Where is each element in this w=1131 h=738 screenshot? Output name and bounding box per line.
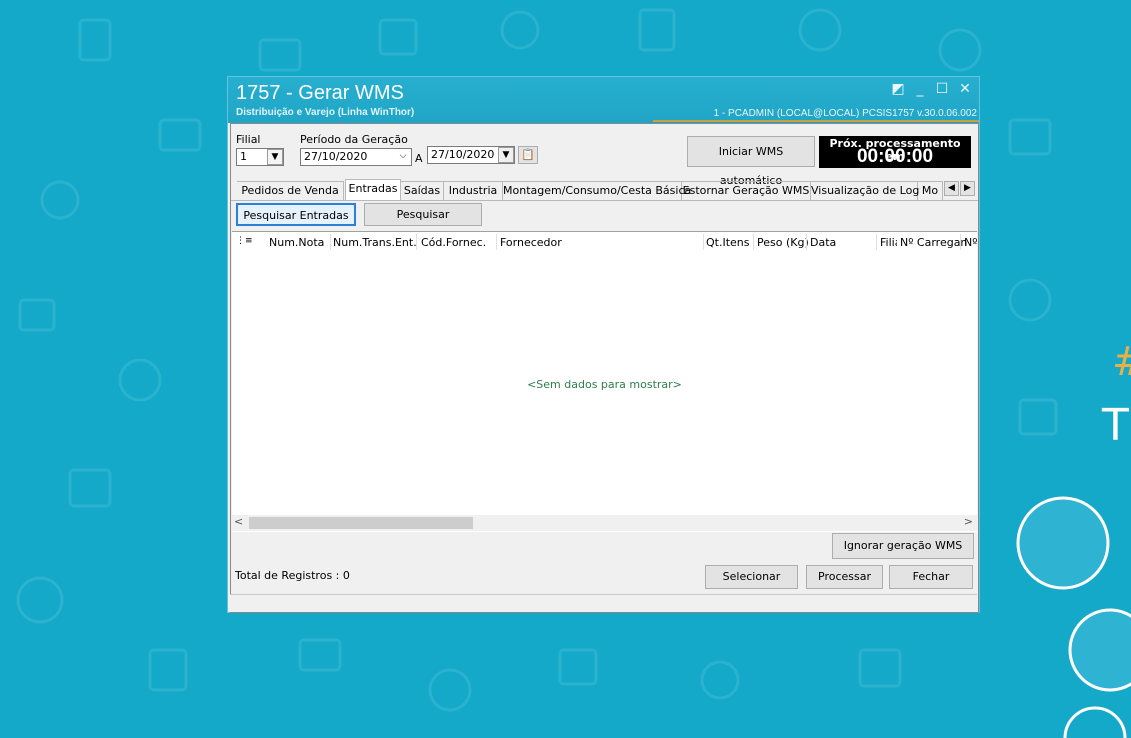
column-separator	[753, 234, 754, 250]
tab-label: Estornar Geração WMS	[682, 184, 810, 197]
column-header[interactable]: Cód.Fornec.	[421, 236, 486, 249]
ignorar-geracao-button[interactable]: Ignorar geração WMS	[832, 533, 974, 559]
svg-text:#: #	[1112, 339, 1131, 385]
user-info: 1 - PCADMIN (LOCAL@LOCAL) PCSIS1757 v.30…	[713, 108, 977, 119]
calendar-icon[interactable]: 📋	[518, 146, 538, 164]
empty-grid-message: <Sem dados para mostrar>	[527, 378, 682, 391]
column-header[interactable]: Data	[810, 236, 836, 249]
a-label: A	[415, 152, 423, 165]
scrollbar-thumb[interactable]	[249, 517, 473, 529]
scroll-right-icon[interactable]: >	[964, 515, 973, 528]
tab-label: Montagem/Consumo/Cesta Básica	[503, 184, 692, 197]
column-separator	[960, 234, 961, 250]
processar-button[interactable]: Processar	[806, 565, 883, 589]
tab-visualizacao-log[interactable]: Visualização de Log	[811, 181, 920, 200]
tab-label: Mo	[921, 184, 939, 197]
tab-montagem-consumo[interactable]: Montagem/Consumo/Cesta Básica	[503, 181, 691, 200]
tab-label: Entradas	[348, 182, 398, 195]
periodo-label: Período da Geração	[300, 133, 408, 146]
column-header[interactable]: Peso (Kg)	[757, 236, 809, 249]
date-to-value: 27/10/2020	[431, 148, 495, 161]
column-separator	[416, 234, 417, 250]
title-bar[interactable]: 1757 - Gerar WMS Distribuição e Varejo (…	[228, 77, 979, 123]
maximize-icon[interactable]: ☐	[935, 82, 949, 96]
chevron-down-icon[interactable]: ▼	[498, 147, 514, 163]
tab-mo[interactable]: Mo	[918, 181, 943, 200]
column-header[interactable]: Num.Nota	[269, 236, 324, 249]
iniciar-wms-button[interactable]: Iniciar WMS automático	[687, 136, 815, 187]
tab-divider	[231, 200, 978, 201]
column-header[interactable]: Nº	[964, 236, 977, 249]
column-separator	[876, 234, 877, 250]
column-separator	[330, 234, 331, 250]
status-bar	[230, 594, 977, 612]
tab-estornar-geracao[interactable]: Estornar Geração WMS	[682, 181, 811, 200]
column-separator	[806, 234, 807, 250]
tab-label: Pedidos de Venda	[241, 184, 339, 197]
next-processing-timer: Próx. processamento em 00:00:00	[819, 136, 971, 168]
filial-value: 1	[240, 150, 247, 163]
filial-label: Filial	[236, 133, 261, 146]
column-header[interactable]: Fornecedor	[500, 236, 562, 249]
timer-value: 00:00:00	[856, 146, 934, 167]
close-icon[interactable]: ✕	[958, 82, 972, 96]
tab-scroll-right-icon[interactable]: ▶	[960, 181, 975, 196]
app-window: 1757 - Gerar WMS Distribuição e Varejo (…	[227, 76, 980, 613]
entradas-grid[interactable]: ⋮≡ Num.Nota Num.Trans.Ent. Cód.Fornec. F…	[232, 231, 977, 532]
tab-entradas[interactable]: Entradas	[345, 179, 401, 201]
chevron-down-icon[interactable]: ⌵	[395, 149, 411, 165]
selecionar-todos-button[interactable]: Selecionar Todos	[705, 565, 798, 605]
total-registros: Total de Registros : 0	[235, 569, 350, 582]
window-subtitle: Distribuição e Varejo (Linha WinThor)	[236, 107, 415, 118]
column-chooser-icon[interactable]: ⋮≡	[236, 236, 253, 246]
restore-icon[interactable]: ◩	[891, 82, 905, 96]
chevron-down-icon[interactable]: ▼	[267, 149, 283, 165]
tab-label: Saídas	[403, 184, 441, 197]
pesquisar-devolucoes-button[interactable]: Pesquisar Devoluções	[364, 203, 482, 242]
column-separator	[496, 234, 497, 250]
svg-text:T: T	[1101, 400, 1129, 451]
tab-pedidos-de-venda[interactable]: Pedidos de Venda	[237, 181, 344, 200]
accent-line	[653, 120, 979, 122]
tab-label: Visualização de Log	[811, 184, 920, 197]
window-title: 1757 - Gerar WMS	[236, 82, 404, 104]
date-from-value: 27/10/2020	[304, 150, 368, 163]
horizontal-scrollbar[interactable]: < >	[232, 515, 977, 531]
date-from-field[interactable]: 27/10/2020 ⌵	[300, 148, 412, 166]
tab-industria[interactable]: Industria	[444, 181, 503, 200]
tab-scroll-left-icon[interactable]: ◀	[944, 181, 959, 196]
date-to-field[interactable]: 27/10/2020 ▼	[427, 146, 515, 164]
filial-select[interactable]: 1 ▼	[236, 148, 284, 166]
tab-label: Industria	[448, 184, 498, 197]
minimize-icon[interactable]: _	[913, 82, 927, 96]
column-header[interactable]: Num.Trans.Ent.	[333, 236, 417, 249]
pesquisar-entradas-button[interactable]: Pesquisar Entradas	[236, 203, 356, 226]
fechar-button[interactable]: Fechar	[889, 565, 973, 589]
column-header[interactable]: Filia	[880, 236, 897, 249]
scroll-left-icon[interactable]: <	[234, 515, 243, 528]
column-header[interactable]: Qt.Itens	[706, 236, 750, 249]
column-separator	[703, 234, 704, 250]
tab-saidas[interactable]: Saídas	[401, 181, 444, 200]
column-header[interactable]: Nº Carregan	[900, 236, 967, 249]
window-content: Filial 1 ▼ Período da Geração 27/10/2020…	[230, 123, 979, 613]
